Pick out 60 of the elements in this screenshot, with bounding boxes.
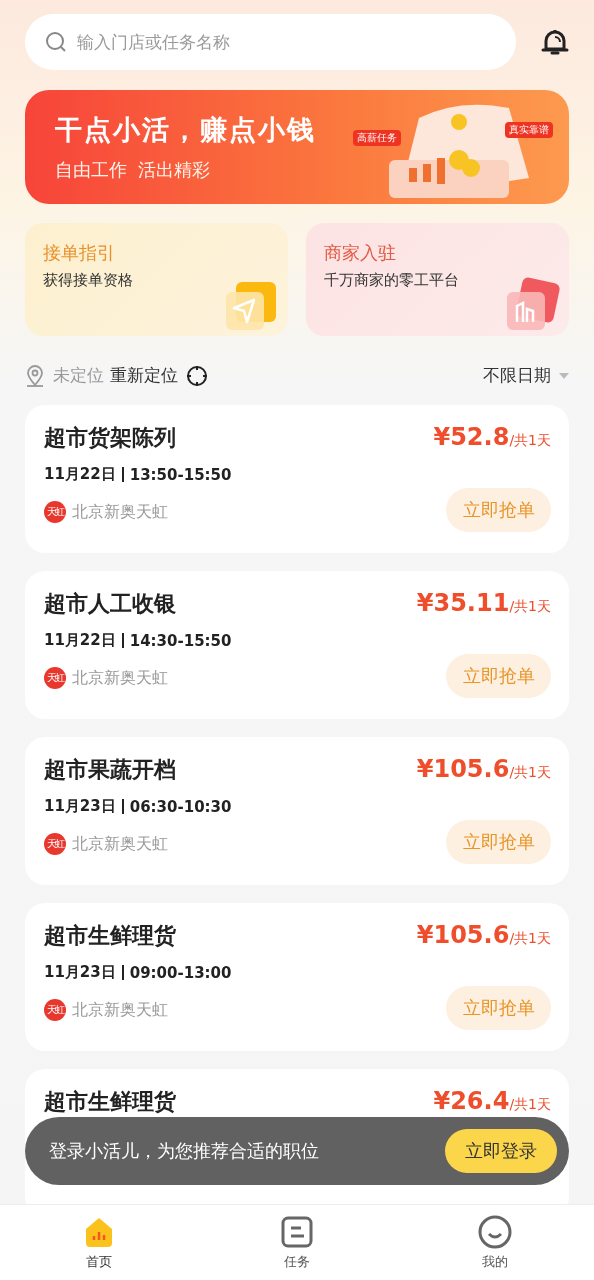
- job-time: 14:30-15:50: [129, 631, 232, 650]
- store-logo: 天虹: [44, 833, 66, 855]
- login-button[interactable]: 立即登录: [445, 1129, 557, 1173]
- search-field[interactable]: 输入门店或任务名称: [25, 14, 516, 70]
- job-title: 超市生鲜理货: [44, 922, 176, 950]
- relocate-link[interactable]: 重新定位: [110, 364, 178, 387]
- job-time: 13:50-15:50: [129, 465, 232, 484]
- entry-title: 商家入驻: [324, 241, 397, 265]
- store-name: 北京新奥天虹: [72, 833, 168, 855]
- job-price: ¥105.6/共1天: [416, 755, 551, 783]
- store-name: 北京新奥天虹: [72, 667, 168, 689]
- job-title: 超市果蔬开档: [44, 756, 176, 784]
- job-card[interactable]: 超市果蔬开档 ¥105.6/共1天 11月23日 06:30-10:30 天虹 北京新奥天虹 立即抢单: [25, 737, 569, 885]
- entry-subtitle: 获得接单资格: [43, 271, 134, 290]
- job-price: ¥26.4/共1天: [433, 1087, 551, 1115]
- banner-tag: 真实靠谱: [505, 122, 553, 138]
- crosshair-icon[interactable]: [186, 364, 208, 387]
- search-icon: [45, 31, 67, 53]
- banner-subtitle: 自由工作 活出精彩: [55, 158, 212, 182]
- job-card[interactable]: 超市人工收银 ¥35.11/共1天 11月22日 14:30-15:50 天虹 北京新奥天虹 立即抢单: [25, 571, 569, 719]
- toast-message: 登录小活儿，为您推荐合适的职位: [49, 1139, 319, 1163]
- job-date: 11月23日: [44, 963, 116, 982]
- location-status: 未定位: [53, 364, 104, 387]
- store-logo: 天虹: [44, 667, 66, 689]
- caret-icon: [559, 372, 569, 379]
- job-title: 超市人工收银: [44, 590, 176, 618]
- job-time: 09:00-13:00: [129, 963, 232, 982]
- date-filter[interactable]: 不限日期: [483, 364, 551, 387]
- entry-card[interactable]: 商家入驻 千万商家的零工平台: [306, 223, 569, 336]
- entry-card[interactable]: 接单指引 获得接单资格: [25, 223, 288, 336]
- job-date: 11月23日: [44, 797, 116, 816]
- tab-item[interactable]: 我的: [396, 1205, 594, 1280]
- store-name: 北京新奥天虹: [72, 999, 168, 1021]
- store-logo: 天虹: [44, 501, 66, 523]
- job-card[interactable]: 超市生鲜理货 ¥105.6/共1天 11月23日 09:00-13:00 天虹 北京新奥天虹 立即抢单: [25, 903, 569, 1051]
- location-pin-icon: [25, 364, 45, 387]
- job-title: 超市货架陈列: [44, 424, 176, 452]
- job-title: 超市生鲜理货: [44, 1088, 176, 1116]
- job-price: ¥52.8/共1天: [433, 423, 551, 451]
- coin-icon: [451, 114, 467, 130]
- job-card[interactable]: 超市货架陈列 ¥52.8/共1天 11月22日 13:50-15:50 天虹 北京新奥天虹 立即抢单: [25, 405, 569, 553]
- banner-headline: 干点小活，赚点小钱: [55, 113, 316, 147]
- store-name: 北京新奥天虹: [72, 501, 168, 523]
- mini-bars-icon: [409, 158, 445, 184]
- smiley-icon: [478, 1215, 512, 1249]
- banner-tag: 高薪任务: [353, 130, 401, 146]
- list-icon: [280, 1215, 314, 1249]
- entry-subtitle: 千万商家的零工平台: [324, 271, 460, 290]
- entry-title: 接单指引: [43, 241, 116, 265]
- tab-item[interactable]: 任务: [198, 1205, 396, 1280]
- tab-item[interactable]: 首页: [0, 1205, 198, 1280]
- job-price: ¥105.6/共1天: [416, 921, 551, 949]
- job-time: 06:30-10:30: [129, 797, 232, 816]
- job-date: 11月22日: [44, 631, 116, 650]
- coin-icon: [462, 159, 480, 177]
- store-logo: 天虹: [44, 999, 66, 1021]
- job-date: 11月22日: [44, 465, 116, 484]
- promo-banner[interactable]: 干点小活，赚点小钱 自由工作 活出精彩 高薪任务 真实靠谱: [25, 90, 569, 204]
- job-price: ¥35.11/共1天: [416, 589, 551, 617]
- bell-icon[interactable]: [540, 27, 570, 57]
